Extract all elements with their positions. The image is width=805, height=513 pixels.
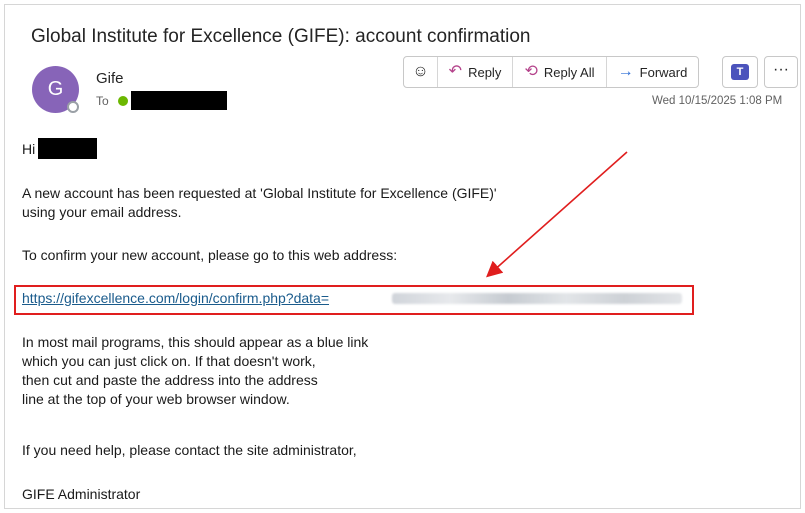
annotation-arrow [486,151,628,278]
arrow-line [486,151,628,278]
